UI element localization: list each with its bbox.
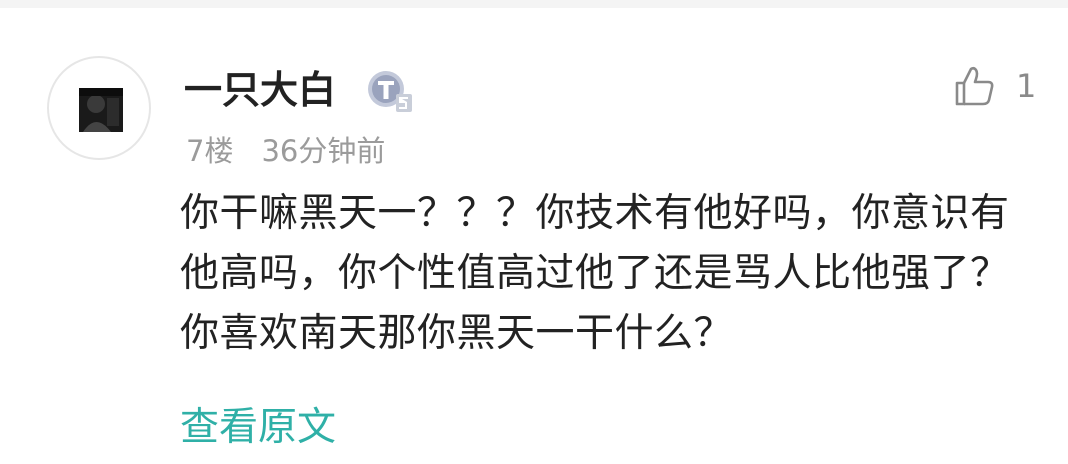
like-button[interactable]: 1 — [952, 62, 1036, 110]
avatar[interactable] — [47, 56, 151, 160]
comment-text: 你干嘛黑天一？？？你技术有他好吗，你意识有他高吗，你个性值高过他了还是骂人比他强… — [180, 191, 1010, 356]
level-badge-icon — [366, 68, 414, 114]
view-original-link[interactable]: 查看原文 — [180, 405, 336, 451]
thumbs-up-icon — [955, 66, 994, 106]
floor-number: 7楼 — [186, 134, 234, 168]
top-divider — [0, 0, 1068, 8]
timestamp: 36分钟前 — [261, 134, 386, 168]
avatar-image — [79, 88, 123, 132]
username[interactable]: 一只大白 — [184, 68, 336, 112]
like-count: 1 — [1016, 67, 1037, 105]
comment-meta: 7楼 36分钟前 — [186, 134, 385, 168]
comment-item: 一只大白 7楼 36分钟前 1 你干嘛黑天一？？？你技术有他好吗，你意识有他高吗，… — [0, 8, 1068, 464]
